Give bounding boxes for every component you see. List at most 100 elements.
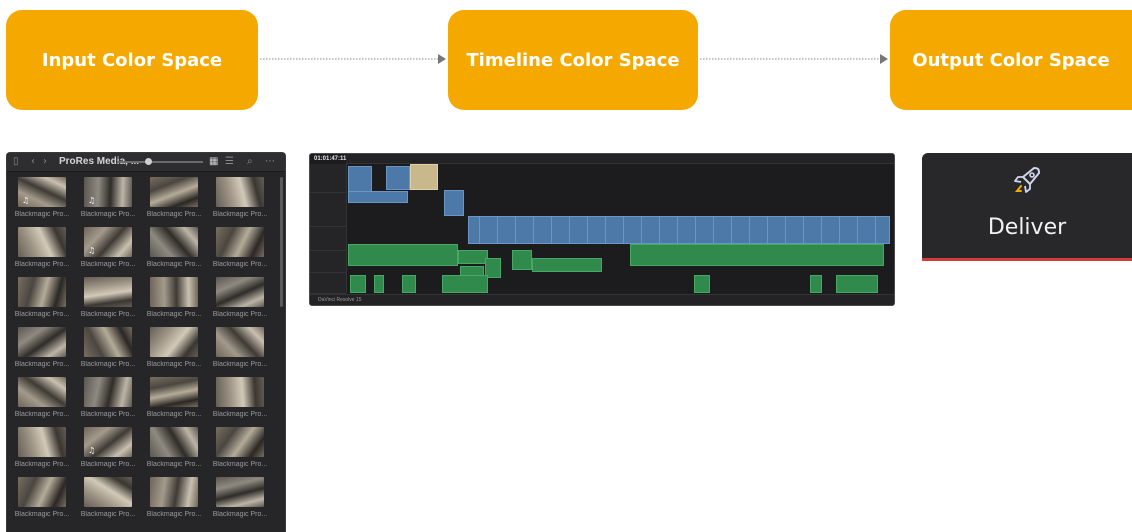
- media-clip[interactable]: Blackmagic Pro...: [141, 277, 207, 327]
- media-clip[interactable]: Blackmagic Pro...: [9, 277, 75, 327]
- video-clip[interactable]: [605, 216, 624, 244]
- video-clip[interactable]: [515, 216, 534, 244]
- clip-thumbnail: ♫: [84, 227, 132, 257]
- audio-clip[interactable]: [694, 275, 710, 293]
- clip-label: Blackmagic Pro...: [14, 361, 70, 368]
- more-options-icon[interactable]: ⋯: [265, 156, 275, 168]
- media-clip[interactable]: Blackmagic Pro...: [207, 377, 273, 427]
- track-header[interactable]: [310, 226, 346, 251]
- video-clip[interactable]: [569, 216, 588, 244]
- media-clip[interactable]: ♫ Blackmagic Pro...: [75, 227, 141, 277]
- media-clip[interactable]: Blackmagic Pro...: [141, 377, 207, 427]
- list-view-icon[interactable]: ☰: [225, 156, 234, 168]
- media-clip[interactable]: ♫ Blackmagic Pro...: [9, 177, 75, 227]
- clip-label: Blackmagic Pro...: [146, 261, 202, 268]
- video-clip[interactable]: [695, 216, 714, 244]
- video-clip[interactable]: [348, 191, 408, 203]
- clip-thumbnail: [150, 277, 198, 307]
- back-icon[interactable]: ‹: [31, 156, 35, 168]
- media-clip[interactable]: Blackmagic Pro...: [207, 477, 273, 527]
- media-clip[interactable]: Blackmagic Pro...: [9, 327, 75, 377]
- clip-label: Blackmagic Pro...: [146, 461, 202, 468]
- video-clip[interactable]: [803, 216, 822, 244]
- clip-label: Blackmagic Pro...: [212, 261, 268, 268]
- grid-view-icon[interactable]: ▦: [209, 156, 218, 168]
- music-note-icon: ♫: [22, 196, 30, 205]
- audio-clip[interactable]: [402, 275, 416, 293]
- video-clip[interactable]: [587, 216, 606, 244]
- audio-clip[interactable]: [630, 244, 884, 266]
- video-clip[interactable]: [641, 216, 660, 244]
- video-clip[interactable]: [857, 216, 876, 244]
- audio-clip[interactable]: [442, 275, 488, 293]
- audio-clip[interactable]: [374, 275, 384, 293]
- media-clip[interactable]: Blackmagic Pro...: [207, 427, 273, 477]
- forward-icon[interactable]: ›: [43, 156, 47, 168]
- track-header[interactable]: [310, 250, 346, 273]
- media-clip[interactable]: Blackmagic Pro...: [9, 227, 75, 277]
- audio-clip[interactable]: [810, 275, 822, 293]
- video-clip[interactable]: [444, 190, 464, 216]
- clip-thumbnail: [18, 377, 66, 407]
- media-clip[interactable]: Blackmagic Pro...: [75, 377, 141, 427]
- media-clip[interactable]: Blackmagic Pro...: [75, 277, 141, 327]
- audio-clip[interactable]: [512, 250, 532, 270]
- media-clip[interactable]: Blackmagic Pro...: [207, 227, 273, 277]
- video-clip[interactable]: [785, 216, 804, 244]
- video-clip[interactable]: [479, 216, 498, 244]
- clip-thumbnail: ♫: [84, 177, 132, 207]
- audio-clip[interactable]: [836, 275, 878, 293]
- video-clip[interactable]: [749, 216, 768, 244]
- media-clip[interactable]: Blackmagic Pro...: [9, 477, 75, 527]
- media-clip[interactable]: Blackmagic Pro...: [207, 277, 273, 327]
- video-clip[interactable]: [497, 216, 516, 244]
- video-clip[interactable]: [551, 216, 570, 244]
- clip-label: Blackmagic Pro...: [80, 311, 136, 318]
- media-pool-scrollbar[interactable]: [280, 177, 283, 307]
- audio-clip[interactable]: [350, 275, 366, 293]
- media-clip[interactable]: Blackmagic Pro...: [141, 477, 207, 527]
- clip-label: Blackmagic Pro...: [14, 461, 70, 468]
- panel-toggle-icon[interactable]: ▯: [13, 156, 19, 168]
- track-header[interactable]: [310, 192, 346, 227]
- video-clip[interactable]: [677, 216, 696, 244]
- media-clip[interactable]: Blackmagic Pro...: [207, 327, 273, 377]
- timeline-ruler[interactable]: [346, 154, 894, 164]
- video-clip[interactable]: [623, 216, 642, 244]
- slider-knob[interactable]: [145, 158, 152, 165]
- track-header[interactable]: [310, 272, 346, 294]
- video-clip[interactable]: [533, 216, 552, 244]
- video-clip[interactable]: [821, 216, 840, 244]
- video-clip[interactable]: [410, 164, 438, 190]
- track-header[interactable]: [310, 164, 346, 193]
- video-clip[interactable]: [348, 166, 372, 192]
- audio-clip[interactable]: [458, 250, 488, 264]
- music-note-icon: ♫: [88, 446, 96, 455]
- media-clip[interactable]: ♫ Blackmagic Pro...: [75, 427, 141, 477]
- video-clip[interactable]: [386, 166, 410, 190]
- deliver-page-button[interactable]: Deliver: [922, 153, 1132, 261]
- clip-label: Blackmagic Pro...: [146, 511, 202, 518]
- video-clip[interactable]: [839, 216, 858, 244]
- search-icon[interactable]: ⌕: [247, 156, 253, 168]
- video-clip[interactable]: [767, 216, 786, 244]
- media-clip[interactable]: Blackmagic Pro...: [75, 477, 141, 527]
- media-clip[interactable]: Blackmagic Pro...: [141, 177, 207, 227]
- video-clip[interactable]: [875, 216, 890, 244]
- media-clip[interactable]: Blackmagic Pro...: [75, 327, 141, 377]
- media-clip[interactable]: Blackmagic Pro...: [141, 227, 207, 277]
- media-clip[interactable]: Blackmagic Pro...: [141, 327, 207, 377]
- video-clip[interactable]: [659, 216, 678, 244]
- video-clip[interactable]: [731, 216, 750, 244]
- media-clip[interactable]: Blackmagic Pro...: [9, 427, 75, 477]
- media-clip[interactable]: Blackmagic Pro...: [141, 427, 207, 477]
- input-color-space-box: Input Color Space: [6, 10, 258, 110]
- video-clip[interactable]: [713, 216, 732, 244]
- audio-clip[interactable]: [348, 244, 458, 266]
- clip-thumbnail: [150, 227, 198, 257]
- media-clip[interactable]: ♫ Blackmagic Pro...: [75, 177, 141, 227]
- media-clip[interactable]: Blackmagic Pro...: [207, 177, 273, 227]
- audio-clip[interactable]: [532, 258, 602, 272]
- media-clip[interactable]: Blackmagic Pro...: [9, 377, 75, 427]
- thumbnail-size-slider[interactable]: [117, 158, 203, 165]
